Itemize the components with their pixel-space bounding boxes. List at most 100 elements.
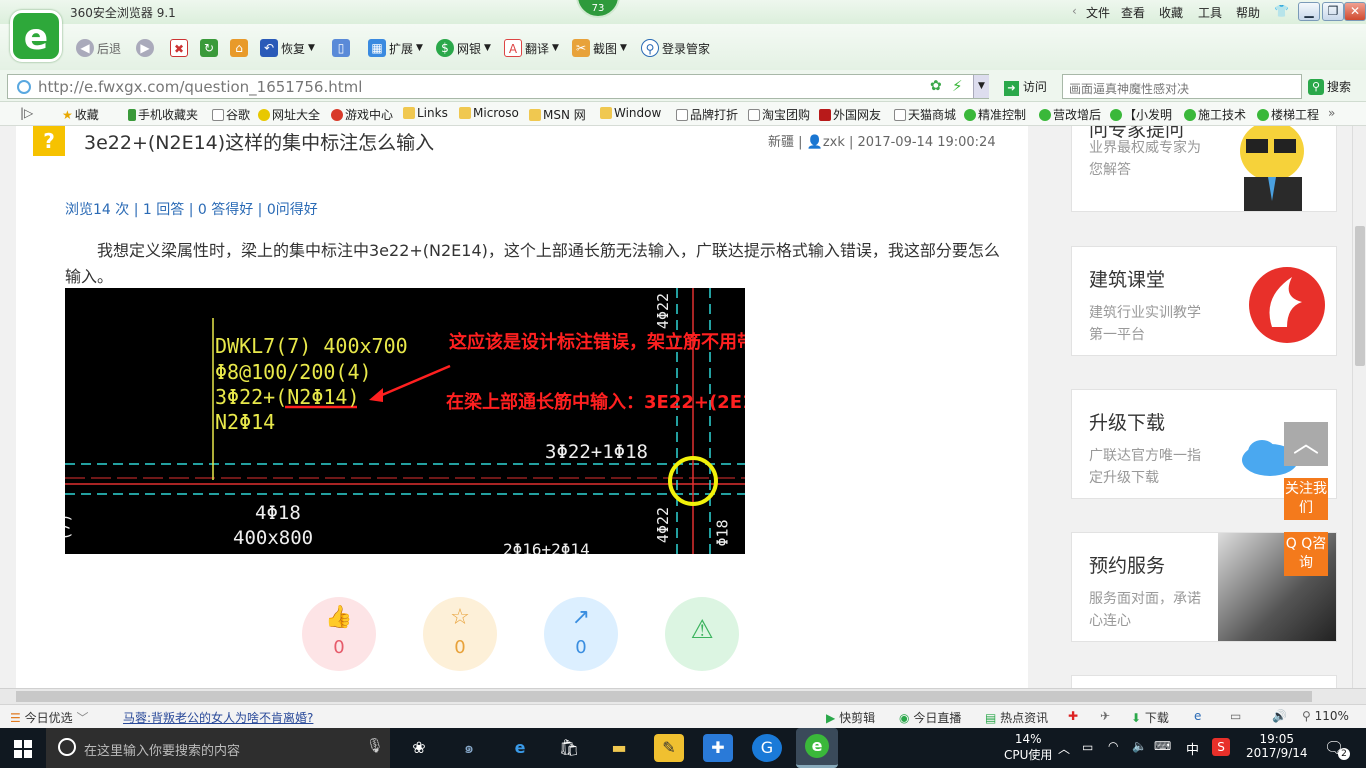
fav-item[interactable]: Links [403, 106, 448, 120]
more-icon[interactable]: » [1328, 106, 1335, 120]
taskbar-store-icon[interactable]: 🛍 [554, 734, 584, 762]
menu-arrow-icon[interactable]: ‹ [1072, 4, 1077, 18]
speed-icon[interactable]: ⚡ [952, 77, 963, 95]
favorites-toggle-icon[interactable]: |▷ [20, 106, 33, 120]
taskbar-search-input[interactable]: 在这里输入你要搜索的内容 [46, 728, 390, 768]
maximize-button[interactable]: ❐ [1322, 2, 1344, 21]
login-manager-button[interactable]: ⚲ 登录管家 [641, 39, 710, 57]
browser-logo[interactable]: e [10, 10, 62, 62]
url-text[interactable]: http://e.fwxgx.com/question_1651756.html [38, 78, 362, 96]
fav-item[interactable]: 外国网友 [819, 106, 881, 123]
fav-item[interactable]: 手机收藏夹 [128, 106, 198, 123]
back-button[interactable]: ◀ 后退 [76, 39, 121, 57]
fav-item[interactable]: 淘宝团购 [748, 106, 810, 123]
taskbar-edge-icon[interactable]: e [505, 734, 535, 762]
fav-item[interactable]: 游戏中心 [331, 106, 393, 123]
fav-item[interactable]: 网址大全 [258, 106, 320, 123]
zoom-level[interactable]: ⚲ 110% [1302, 709, 1349, 723]
fav-item[interactable]: Window [600, 106, 661, 120]
ime-indicator[interactable]: 中 [1186, 739, 1199, 758]
home-button[interactable]: ⌂ [230, 39, 248, 57]
fav-item[interactable]: Microso [459, 106, 519, 120]
stop-button[interactable]: ✖ [170, 39, 188, 57]
menu-file[interactable]: 文件 [1086, 4, 1110, 21]
sidebar-course[interactable]: 建筑课堂 建筑行业实训教学第一平台 [1071, 246, 1337, 356]
fav-item[interactable]: 精准控制 [964, 106, 1026, 123]
minimize-button[interactable]: ▁ [1298, 2, 1320, 21]
menu-help[interactable]: 帮助 [1236, 4, 1260, 21]
menu-favorites[interactable]: 收藏 [1159, 4, 1183, 21]
pin-icon[interactable]: ✈ [1100, 709, 1110, 723]
refresh-button[interactable]: ↻ [200, 39, 218, 57]
fav-item[interactable]: 天猫商城 [894, 106, 956, 123]
screenshot-button[interactable]: ✂ 截图 ▼ [572, 39, 627, 57]
author-link[interactable]: zxk [823, 135, 845, 150]
windows-start-icon[interactable] [14, 740, 32, 758]
like-button[interactable]: 👍 0 [302, 597, 376, 671]
taskbar-360-browser-icon[interactable]: e [796, 728, 838, 768]
fav-item[interactable]: 谷歌 [212, 106, 250, 123]
taskbar-app-swirl-icon[interactable]: ๑ [454, 734, 484, 762]
close-button[interactable]: ✕ [1344, 2, 1366, 21]
translate-button[interactable]: A 翻译 ▼ [504, 39, 559, 57]
fav-item[interactable]: 楼梯工程 [1257, 106, 1319, 123]
cad-label: Φ18 [713, 519, 732, 547]
keyboard-icon[interactable]: ⌨ [1154, 739, 1171, 753]
cpu-usage[interactable]: 14% CPU使用 [1004, 732, 1052, 763]
search-button[interactable]: ⚲ 搜索 [1308, 78, 1351, 95]
speaker-icon[interactable]: 🔊 [1272, 709, 1287, 723]
sidebar-expert[interactable]: 问专家提问 业界最权威专家为您解答 [1071, 126, 1337, 212]
menu-tools[interactable]: 工具 [1198, 4, 1222, 21]
horizontal-scrollbar[interactable] [0, 688, 1366, 704]
fav-item[interactable]: 施工技术 [1184, 106, 1246, 123]
ie-icon[interactable]: e [1194, 709, 1201, 723]
taskbar-notes-icon[interactable]: ✎ [654, 734, 684, 762]
volume-icon[interactable]: 🔈 [1132, 739, 1147, 753]
download-button[interactable]: ⬇ 下载 [1131, 709, 1169, 726]
qq-consult-button[interactable]: Q Q咨询 [1284, 532, 1328, 576]
vertical-scrollbar[interactable] [1352, 126, 1366, 688]
battery-icon[interactable]: ▭ [1082, 740, 1093, 754]
dropdown-icon[interactable]: ▼ [973, 75, 989, 98]
share-button[interactable]: ↗ 0 [544, 597, 618, 671]
fav-item[interactable]: ★ 收藏 [62, 106, 99, 123]
taskbar-app-g-icon[interactable]: G [752, 734, 782, 762]
window-icon[interactable]: ▭ [1230, 709, 1241, 723]
report-button[interactable]: ⚠ [665, 597, 739, 671]
page-icon [676, 108, 688, 121]
extend-button[interactable]: ▦ 扩展 ▼ [368, 39, 423, 57]
taskbar-app-bird-icon[interactable]: ❀ [404, 734, 434, 762]
today-picks[interactable]: ☰ 今日优选 ﹀ [10, 709, 88, 726]
follow-us-button[interactable]: 关注我们 [1284, 478, 1328, 520]
security-icon[interactable]: ✿ [930, 78, 942, 94]
search-input[interactable]: 画面逼真神魔性感对决 [1062, 74, 1302, 99]
wifi-icon[interactable]: ◠ [1108, 739, 1118, 753]
quick-cut-button[interactable]: ▶ 快剪辑 [826, 709, 875, 726]
hot-news-button[interactable]: ▤ 热点资讯 [985, 709, 1048, 726]
restore-button[interactable]: ↶ 恢复 ▼ [260, 39, 315, 57]
chevron-up-icon[interactable]: ︿ [1058, 740, 1070, 757]
favorite-button[interactable]: ☆ 0 [423, 597, 497, 671]
microphone-icon[interactable]: 🎙 [366, 738, 384, 754]
fav-item[interactable]: 品牌打折 [676, 106, 738, 123]
back-to-top-button[interactable]: ︿ [1284, 422, 1328, 466]
fav-item[interactable]: 营改增后 [1039, 106, 1101, 123]
visit-button[interactable]: ➜ 访问 [1004, 78, 1047, 96]
skin-icon[interactable]: 👕 [1274, 4, 1289, 18]
clock[interactable]: 19:05 2017/9/14 [1246, 732, 1308, 760]
phone-button[interactable]: ▯ [332, 39, 350, 57]
live-button[interactable]: ◉ 今日直播 [899, 709, 961, 726]
scroll-thumb[interactable] [1355, 226, 1365, 366]
cad-drawing-image[interactable]: DWKL7(7) 400x700 Φ8@100/200(4) 3Φ22+(N2Φ… [65, 288, 745, 554]
fav-item[interactable]: 【小发明 [1110, 106, 1172, 123]
fav-item[interactable]: MSN 网 [529, 106, 586, 123]
netbank-button[interactable]: $ 网银 ▼ [436, 39, 491, 57]
sogou-icon[interactable]: S [1212, 738, 1230, 756]
medical-icon[interactable]: ✚ [1068, 709, 1078, 723]
news-link[interactable]: 马蓉:背叛老公的女人为啥不肯离婚? [123, 709, 313, 726]
forward-button[interactable]: ▶ [136, 39, 154, 57]
menu-view[interactable]: 查看 [1121, 4, 1145, 21]
taskbar-app-plus-icon[interactable]: ✚ [703, 734, 733, 762]
taskbar-explorer-icon[interactable]: ▬ [604, 734, 634, 762]
hscroll-thumb[interactable] [16, 691, 1312, 702]
